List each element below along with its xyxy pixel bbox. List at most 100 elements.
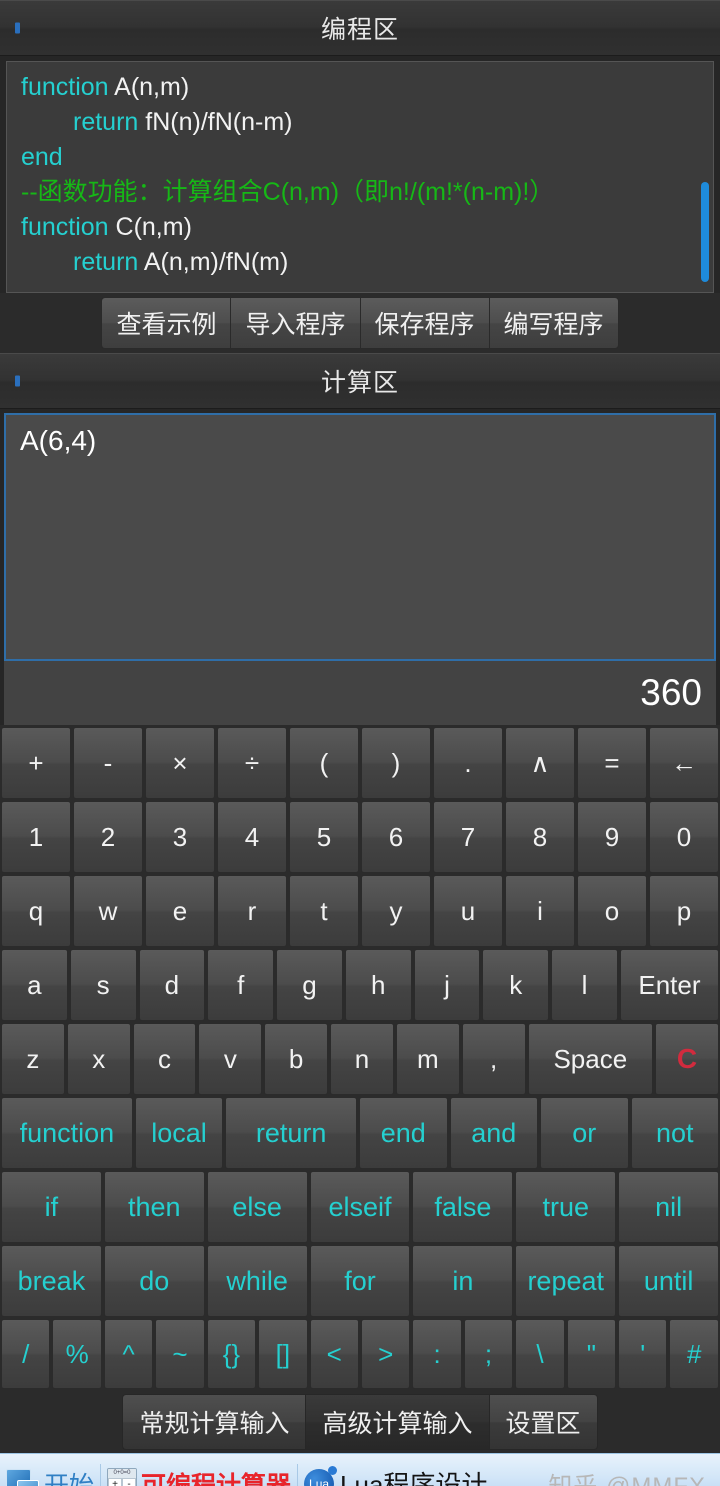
key-sym-0-3[interactable]: ÷ [217, 727, 287, 799]
tab-normal-input[interactable]: 常规计算输入 [122, 1394, 306, 1450]
key-until-7-6[interactable]: until [618, 1245, 720, 1317]
key-while-7-2[interactable]: while [206, 1245, 308, 1317]
key-sym-8-11[interactable]: " [566, 1319, 617, 1389]
save-program-button[interactable]: 保存程序 [359, 297, 489, 349]
key-sym-0-7[interactable]: ∧ [505, 727, 575, 799]
key-not-5-6[interactable]: not [630, 1097, 719, 1169]
key-true-6-5[interactable]: true [515, 1171, 617, 1243]
key-c-4-9[interactable]: C [655, 1023, 719, 1095]
key-sym-8-9[interactable]: ; [463, 1319, 514, 1389]
tab-settings[interactable]: 设置区 [488, 1394, 598, 1450]
key-o-2-8[interactable]: o [577, 875, 647, 947]
key-sym-0-4[interactable]: ( [289, 727, 359, 799]
write-program-button[interactable]: 编写程序 [488, 297, 619, 349]
key-w-2-1[interactable]: w [73, 875, 143, 947]
key-s-3-1[interactable]: s [69, 949, 137, 1021]
key-sym-8-7[interactable]: > [360, 1319, 411, 1389]
taskbar-item-calculator[interactable]: 0+0=0 + - × ÷ 可编程计算器 [101, 1454, 297, 1486]
key-3-1-2[interactable]: 3 [145, 801, 215, 873]
key-break-7-0[interactable]: break [1, 1245, 102, 1317]
key-sym-8-8[interactable]: : [412, 1319, 462, 1389]
key-nil-6-6[interactable]: nil [618, 1171, 720, 1243]
key-b-4-4[interactable]: b [264, 1023, 329, 1095]
key-l-3-8[interactable]: l [551, 949, 618, 1021]
key-y-2-5[interactable]: y [361, 875, 431, 947]
key-7-1-6[interactable]: 7 [433, 801, 503, 873]
key-sym-8-1[interactable]: % [52, 1319, 102, 1389]
key-or-5-5[interactable]: or [540, 1097, 629, 1169]
key-in-7-4[interactable]: in [412, 1245, 514, 1317]
key-g-3-4[interactable]: g [276, 949, 343, 1021]
key-for-7-3[interactable]: for [309, 1245, 411, 1317]
key-d-3-2[interactable]: d [138, 949, 206, 1021]
key-and-5-4[interactable]: and [449, 1097, 538, 1169]
key-sym-8-4[interactable]: {} [206, 1319, 257, 1389]
key-end-5-3[interactable]: end [359, 1097, 448, 1169]
key-f-3-3[interactable]: f [207, 949, 275, 1021]
key-sym-8-13[interactable]: # [669, 1319, 719, 1389]
key-i-2-7[interactable]: i [505, 875, 575, 947]
key-2-1-1[interactable]: 2 [73, 801, 143, 873]
key-if-6-0[interactable]: if [1, 1171, 102, 1243]
key-local-5-1[interactable]: local [134, 1097, 224, 1169]
key-sym-4-7[interactable]: , [461, 1023, 526, 1095]
key-false-6-4[interactable]: false [412, 1171, 514, 1243]
key-0-1-9[interactable]: 0 [649, 801, 719, 873]
key-sym-8-3[interactable]: ~ [155, 1319, 205, 1389]
key-else-6-2[interactable]: else [206, 1171, 308, 1243]
key-e-2-2[interactable]: e [145, 875, 215, 947]
start-button[interactable]: 开始 [0, 1454, 100, 1486]
key-sym-8-2[interactable]: ^ [103, 1319, 154, 1389]
key-n-4-5[interactable]: n [330, 1023, 394, 1095]
tab-advanced-input[interactable]: 高级计算输入 [305, 1394, 489, 1450]
view-example-button[interactable]: 查看示例 [101, 297, 231, 349]
key-enter-3-9[interactable]: Enter [619, 949, 720, 1021]
key-1-1-0[interactable]: 1 [1, 801, 71, 873]
key-sym-0-6[interactable]: . [433, 727, 503, 799]
key-repeat-7-5[interactable]: repeat [515, 1245, 617, 1317]
code-editor-scrollbar[interactable] [701, 182, 709, 282]
key-sym-0-2[interactable]: × [145, 727, 215, 799]
key-do-7-1[interactable]: do [103, 1245, 205, 1317]
key-t-2-4[interactable]: t [289, 875, 359, 947]
key-function-5-0[interactable]: function [1, 1097, 133, 1169]
key-sym-0-8[interactable]: = [577, 727, 647, 799]
key-sym-8-6[interactable]: < [309, 1319, 359, 1389]
key-sym-8-10[interactable]: \ [515, 1319, 565, 1389]
key-q-2-0[interactable]: q [1, 875, 71, 947]
key-p-2-9[interactable]: p [649, 875, 719, 947]
key-sym-0-0[interactable]: + [1, 727, 71, 799]
key-space-4-8[interactable]: Space [527, 1023, 654, 1095]
key-6-1-5[interactable]: 6 [361, 801, 431, 873]
calculation-input[interactable]: A(6,4) [4, 413, 716, 661]
code-editor[interactable]: function A(n,m) return fN(n)/fN(n-m) end --… [6, 61, 714, 293]
key-z-4-0[interactable]: z [1, 1023, 65, 1095]
key-sym-0-9[interactable]: ← [649, 727, 719, 799]
key-return-5-2[interactable]: return [225, 1097, 357, 1169]
taskbar-calculator-label: 可编程计算器 [141, 1471, 292, 1486]
key-j-3-6[interactable]: j [413, 949, 481, 1021]
import-program-button[interactable]: 导入程序 [230, 297, 360, 349]
key-m-4-6[interactable]: m [395, 1023, 460, 1095]
key-v-4-3[interactable]: v [198, 1023, 263, 1095]
key-sym-8-0[interactable]: / [1, 1319, 51, 1389]
key-u-2-6[interactable]: u [433, 875, 503, 947]
key-a-3-0[interactable]: a [1, 949, 68, 1021]
key-sym-0-5[interactable]: ) [361, 727, 431, 799]
key-x-4-1[interactable]: x [66, 1023, 131, 1095]
key-k-3-7[interactable]: k [482, 949, 550, 1021]
key-elseif-6-3[interactable]: elseif [309, 1171, 411, 1243]
key-c-4-2[interactable]: c [132, 1023, 197, 1095]
key-sym-8-5[interactable]: [] [258, 1319, 308, 1389]
key-h-3-5[interactable]: h [344, 949, 412, 1021]
key-then-6-1[interactable]: then [103, 1171, 205, 1243]
key-r-2-3[interactable]: r [217, 875, 287, 947]
key-sym-8-12[interactable]: ' [618, 1319, 668, 1389]
key-9-1-8[interactable]: 9 [577, 801, 647, 873]
key-4-1-3[interactable]: 4 [217, 801, 287, 873]
key-sym-0-1[interactable]: - [73, 727, 143, 799]
code-editor-content[interactable]: function A(n,m) return fN(n)/fN(n-m) end --… [7, 62, 713, 280]
taskbar-item-lua[interactable]: Lua Lua程序设计 [298, 1454, 493, 1486]
key-8-1-7[interactable]: 8 [505, 801, 575, 873]
key-5-1-4[interactable]: 5 [289, 801, 359, 873]
